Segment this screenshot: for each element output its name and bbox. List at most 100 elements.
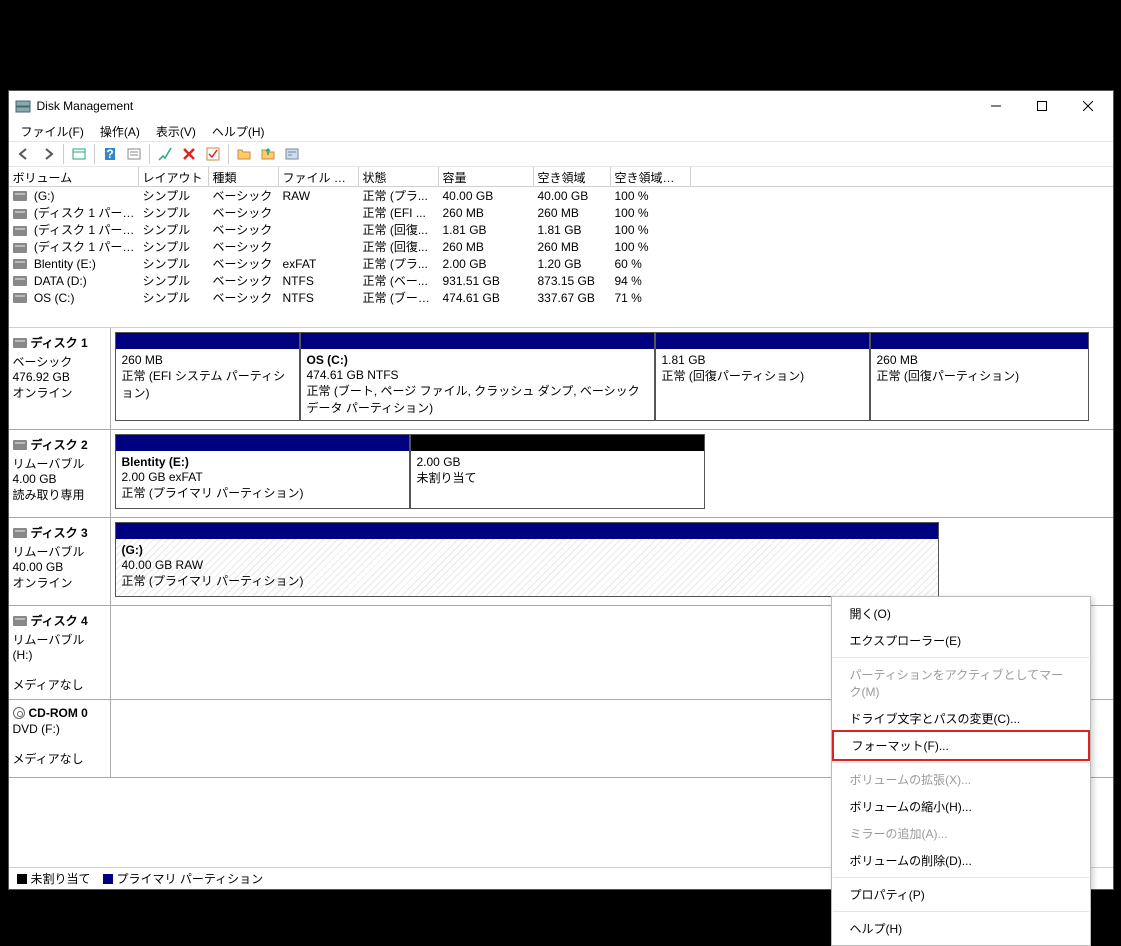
col-layout[interactable]: レイアウト bbox=[139, 167, 209, 186]
col-volume[interactable]: ボリューム bbox=[9, 167, 139, 186]
col-filesystem[interactable]: ファイル システム bbox=[279, 167, 359, 186]
context-menu-item[interactable]: エクスプローラー(E) bbox=[832, 627, 1090, 654]
delete-button[interactable] bbox=[178, 143, 200, 165]
partition[interactable]: OS (C:)474.61 GB NTFS正常 (ブート, ページ ファイル, … bbox=[300, 332, 655, 421]
cell-type: ベーシック bbox=[209, 187, 279, 204]
legend-primary: プライマリ パーティション bbox=[103, 870, 264, 887]
close-button[interactable] bbox=[1065, 91, 1111, 121]
table-row[interactable]: DATA (D:)シンプルベーシックNTFS正常 (ベー...931.51 GB… bbox=[9, 272, 1113, 289]
cell-status: 正常 (回復... bbox=[359, 238, 439, 255]
table-row[interactable]: (ディスク 1 パーティシ...シンプルベーシック正常 (回復...1.81 G… bbox=[9, 221, 1113, 238]
cell-cap: 1.81 GB bbox=[439, 223, 534, 237]
maximize-button[interactable] bbox=[1019, 91, 1065, 121]
cell-status: 正常 (ブート... bbox=[359, 289, 439, 306]
partition-bar bbox=[411, 435, 704, 451]
cell-cap: 40.00 GB bbox=[439, 189, 534, 203]
check-button[interactable] bbox=[202, 143, 224, 165]
context-menu-item[interactable]: 開く(O) bbox=[832, 600, 1090, 627]
col-capacity[interactable]: 容量 bbox=[439, 167, 534, 186]
context-menu-item[interactable]: ヘルプ(H) bbox=[832, 915, 1090, 942]
col-type[interactable]: 種類 bbox=[209, 167, 279, 186]
context-menu-item[interactable]: ドライブ文字とパスの変更(C)... bbox=[832, 705, 1090, 732]
cell-free: 1.81 GB bbox=[534, 223, 611, 237]
table-row[interactable]: OS (C:)シンプルベーシックNTFS正常 (ブート...474.61 GB3… bbox=[9, 289, 1113, 306]
menu-view[interactable]: 表示(V) bbox=[148, 121, 204, 142]
disk-icon bbox=[13, 440, 27, 450]
partition[interactable]: 1.81 GB正常 (回復パーティション) bbox=[655, 332, 870, 421]
partition-info: (G:)40.00 GB RAW正常 (プライマリ パーティション) bbox=[116, 539, 938, 596]
menu-separator bbox=[833, 877, 1089, 878]
col-free[interactable]: 空き領域 bbox=[534, 167, 611, 186]
cell-cap: 260 MB bbox=[439, 240, 534, 254]
table-row[interactable]: (ディスク 1 パーティシ...シンプルベーシック正常 (EFI ...260 … bbox=[9, 204, 1113, 221]
disk-info[interactable]: CD-ROM 0DVD (F:) メディアなし bbox=[9, 700, 111, 777]
menu-help[interactable]: ヘルプ(H) bbox=[204, 121, 273, 142]
partition[interactable]: (G:)40.00 GB RAW正常 (プライマリ パーティション) bbox=[115, 522, 939, 597]
cell-type: ベーシック bbox=[209, 221, 279, 238]
minimize-button[interactable] bbox=[973, 91, 1019, 121]
menu-file[interactable]: ファイル(F) bbox=[13, 121, 92, 142]
disk-row: ディスク 1ベーシック476.92 GBオンライン260 MB正常 (EFI シ… bbox=[9, 328, 1113, 430]
disk-icon bbox=[13, 338, 27, 348]
cell-volume: DATA (D:) bbox=[9, 274, 139, 288]
cell-volume: (ディスク 1 パーティシ... bbox=[9, 238, 139, 255]
settings-icon[interactable] bbox=[123, 143, 145, 165]
context-menu-item[interactable]: プロパティ(P) bbox=[832, 881, 1090, 908]
partition-info: Blentity (E:)2.00 GB exFAT正常 (プライマリ パーティ… bbox=[116, 451, 409, 508]
cell-free: 260 MB bbox=[534, 240, 611, 254]
disk-info[interactable]: ディスク 2リムーバブル4.00 GB読み取り専用 bbox=[9, 430, 111, 517]
menu-action[interactable]: 操作(A) bbox=[92, 121, 148, 142]
refresh-button[interactable] bbox=[154, 143, 176, 165]
cell-layout: シンプル bbox=[139, 255, 209, 272]
cell-fs: RAW bbox=[279, 189, 359, 203]
col-status[interactable]: 状態 bbox=[359, 167, 439, 186]
context-menu-item: パーティションをアクティブとしてマーク(M) bbox=[832, 661, 1090, 705]
table-row[interactable]: (ディスク 1 パーティシ...シンプルベーシック正常 (回復...260 MB… bbox=[9, 238, 1113, 255]
partition-bar bbox=[871, 333, 1088, 349]
partition[interactable]: 260 MB正常 (EFI システム パーティション) bbox=[115, 332, 300, 421]
cell-cap: 931.51 GB bbox=[439, 274, 534, 288]
app-icon bbox=[15, 98, 31, 114]
context-menu-item[interactable]: フォーマット(F)... bbox=[832, 730, 1090, 761]
table-row[interactable]: Blentity (E:)シンプルベーシックexFAT正常 (プラ...2.00… bbox=[9, 255, 1113, 272]
partition[interactable]: 2.00 GB未割り当て bbox=[410, 434, 705, 509]
cell-layout: シンプル bbox=[139, 187, 209, 204]
export-icon[interactable] bbox=[257, 143, 279, 165]
disk-management-window: Disk Management ファイル(F) 操作(A) 表示(V) ヘルプ(… bbox=[8, 90, 1114, 890]
folder-icon[interactable] bbox=[233, 143, 255, 165]
cell-pct: 100 % bbox=[611, 240, 691, 254]
disk-info[interactable]: ディスク 1ベーシック476.92 GBオンライン bbox=[9, 328, 111, 429]
table-row[interactable]: (G:)シンプルベーシックRAW正常 (プラ...40.00 GB40.00 G… bbox=[9, 187, 1113, 204]
disk-info[interactable]: ディスク 4リムーバブル (H:) メディアなし bbox=[9, 606, 111, 699]
cell-volume: Blentity (E:) bbox=[9, 257, 139, 271]
cell-layout: シンプル bbox=[139, 272, 209, 289]
cell-layout: シンプル bbox=[139, 221, 209, 238]
disk-info[interactable]: ディスク 3リムーバブル40.00 GBオンライン bbox=[9, 518, 111, 605]
toolbar-separator bbox=[63, 144, 64, 164]
volume-icon bbox=[13, 209, 27, 219]
back-button[interactable] bbox=[13, 143, 35, 165]
forward-button[interactable] bbox=[37, 143, 59, 165]
partition-bar bbox=[301, 333, 654, 349]
properties-button[interactable] bbox=[281, 143, 303, 165]
context-menu: 開く(O)エクスプローラー(E) パーティションをアクティブとしてマーク(M)ドラ… bbox=[831, 596, 1091, 946]
cell-fs: exFAT bbox=[279, 257, 359, 271]
volume-icon bbox=[13, 243, 27, 253]
col-freepct[interactable]: 空き領域の割... bbox=[611, 167, 691, 186]
cdrom-icon bbox=[13, 707, 25, 719]
partition[interactable]: Blentity (E:)2.00 GB exFAT正常 (プライマリ パーティ… bbox=[115, 434, 410, 509]
context-menu-item[interactable]: ボリュームの削除(D)... bbox=[832, 847, 1090, 874]
show-hide-button[interactable] bbox=[68, 143, 90, 165]
cell-type: ベーシック bbox=[209, 238, 279, 255]
partition[interactable]: 260 MB正常 (回復パーティション) bbox=[870, 332, 1089, 421]
cell-volume: (ディスク 1 パーティシ... bbox=[9, 221, 139, 238]
titlebar[interactable]: Disk Management bbox=[9, 91, 1113, 121]
partition-info: 260 MB正常 (回復パーティション) bbox=[871, 349, 1088, 420]
help-button[interactable]: ? bbox=[99, 143, 121, 165]
volume-icon bbox=[13, 259, 27, 269]
volume-list[interactable]: (G:)シンプルベーシックRAW正常 (プラ...40.00 GB40.00 G… bbox=[9, 187, 1113, 327]
partition-info: 2.00 GB未割り当て bbox=[411, 451, 704, 508]
volume-icon bbox=[13, 226, 27, 236]
partition-bar bbox=[116, 333, 299, 349]
context-menu-item[interactable]: ボリュームの縮小(H)... bbox=[832, 793, 1090, 820]
